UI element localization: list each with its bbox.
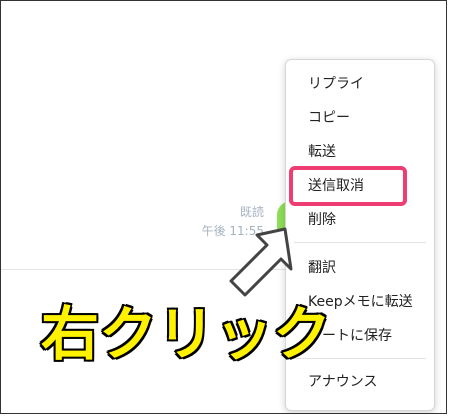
read-receipt: 既読: [239, 205, 264, 219]
arrow-up-right-icon: [229, 227, 293, 297]
menu-separator: [294, 242, 426, 243]
menu-item-reply[interactable]: リプライ: [308, 72, 364, 96]
chat-window: 既読 午後 11:55 リプライ コピー 転送 送信取消 削除 翻訳 Keepメ…: [0, 0, 447, 414]
right-click-callout: 右クリック: [39, 300, 332, 369]
menu-item-translate[interactable]: 翻訳: [308, 256, 336, 280]
menu-item-unsend[interactable]: 送信取消: [308, 174, 364, 198]
menu-item-copy[interactable]: コピー: [308, 106, 350, 130]
menu-item-delete[interactable]: 削除: [308, 208, 336, 232]
menu-item-forward[interactable]: 転送: [308, 140, 336, 164]
menu-item-announce[interactable]: アナウンス: [308, 370, 377, 394]
